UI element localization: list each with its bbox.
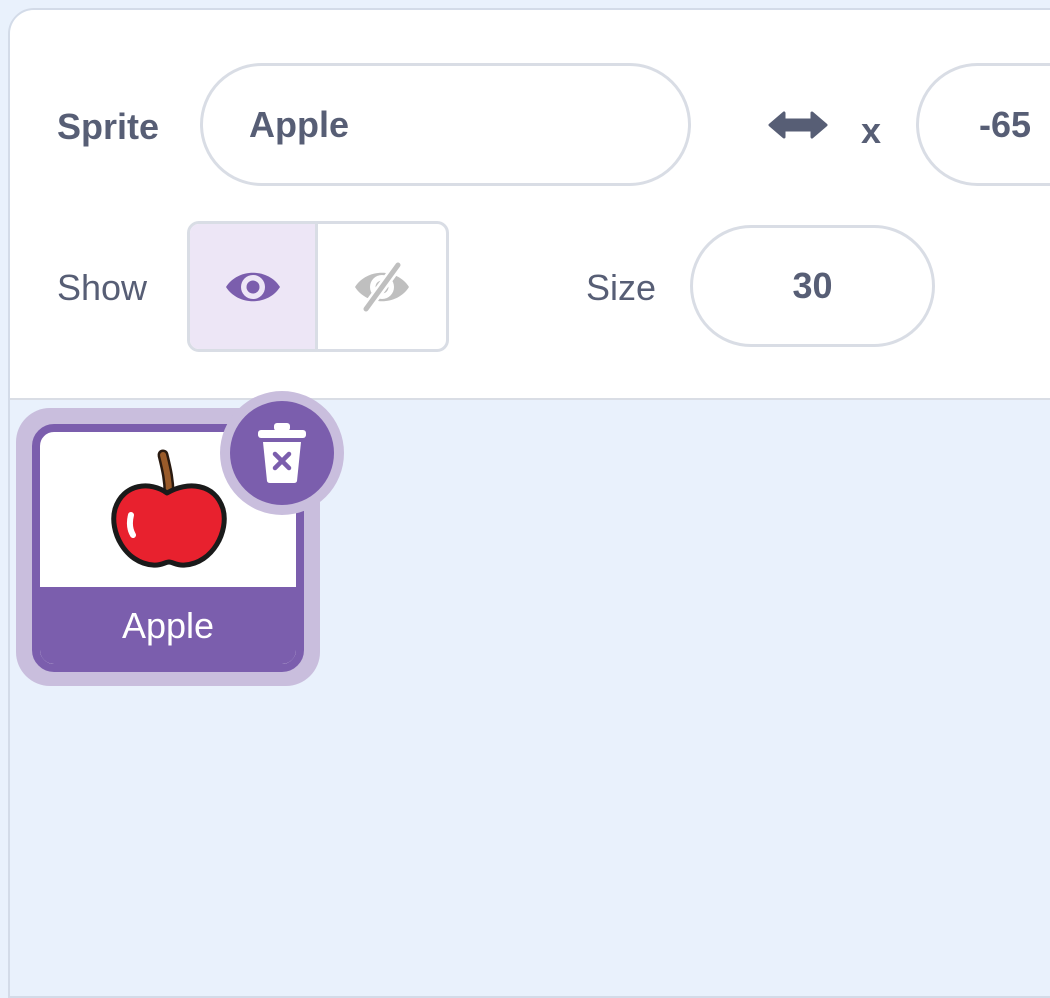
size-field[interactable]: 30 — [690, 225, 935, 347]
sprite-name-field[interactable]: Apple — [200, 63, 691, 186]
trash-icon — [258, 423, 306, 483]
eye-slash-icon — [355, 260, 409, 313]
sprite-info: Sprite Apple x -65 Show Size 30 — [10, 10, 1050, 400]
delete-sprite-button[interactable] — [230, 401, 334, 505]
eye-icon — [225, 272, 280, 301]
show-label: Show — [57, 267, 148, 308]
visibility-toggle — [187, 221, 449, 352]
horizontal-arrow-icon — [768, 111, 828, 139]
sprite-tile-name: Apple — [40, 587, 296, 664]
size-label: Size — [586, 267, 657, 308]
x-label: x — [861, 110, 882, 151]
apple-icon — [111, 449, 227, 568]
x-field[interactable]: -65 — [916, 63, 1050, 186]
show-button[interactable] — [190, 224, 318, 349]
sprite-label: Sprite — [57, 106, 160, 147]
hide-button[interactable] — [318, 224, 446, 349]
